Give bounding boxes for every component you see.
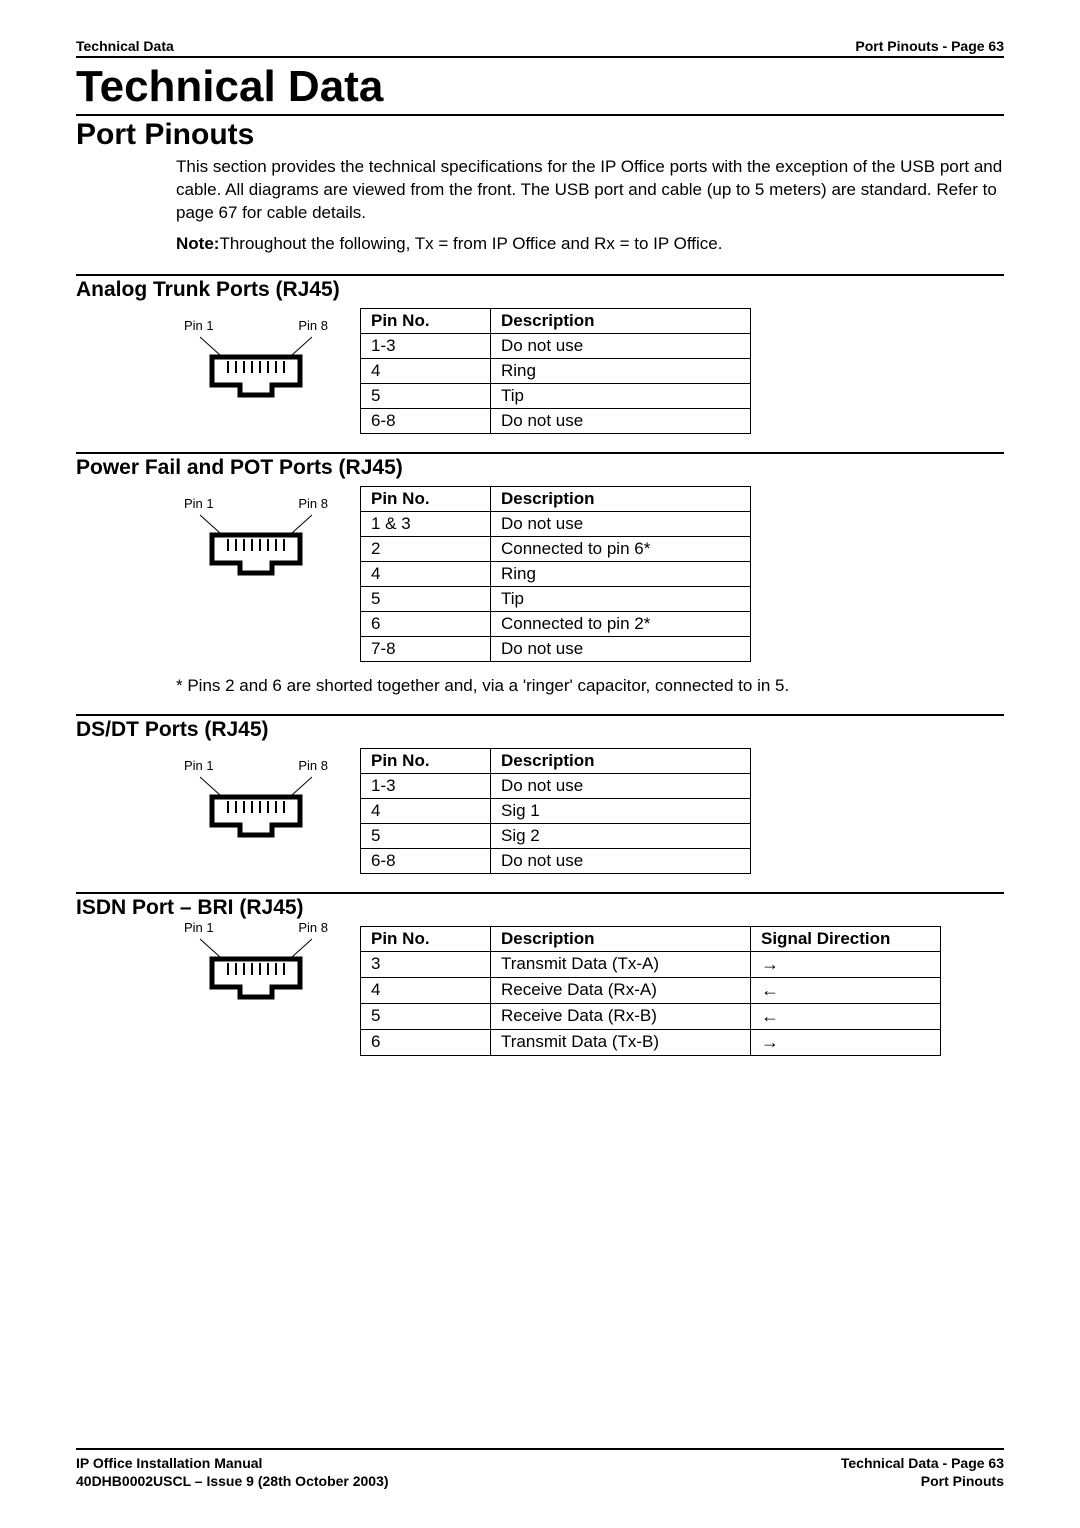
- header-left: Technical Data: [76, 38, 174, 54]
- table-row: 4Ring: [361, 358, 751, 383]
- table-row: 3Transmit Data (Tx-A)→: [361, 951, 941, 977]
- table-row: 1-3Do not use: [361, 773, 751, 798]
- isdn-body: Pin 1 Pin 8 Pin No. Description Signal D…: [176, 926, 1004, 1056]
- footer-page-ref: Technical Data - Page 63: [841, 1454, 1004, 1472]
- rj45-diagram: Pin 1 Pin 8: [176, 758, 336, 848]
- rj45-diagram: Pin 1 Pin 8: [176, 920, 336, 1010]
- footer-issue: 40DHB0002USCL – Issue 9 (28th October 20…: [76, 1472, 389, 1490]
- footer-manual-title: IP Office Installation Manual: [76, 1454, 389, 1472]
- dsdt-title: DS/DT Ports (RJ45): [76, 718, 1004, 742]
- page-header: Technical Data Port Pinouts - Page 63: [76, 38, 1004, 54]
- rj45-icon: [176, 511, 336, 581]
- table-row: 6-8Do not use: [361, 408, 751, 433]
- table-row: 1-3Do not use: [361, 333, 751, 358]
- intro-note: Note:Throughout the following, Tx = from…: [176, 233, 1004, 256]
- table-header-row: Pin No. Description: [361, 486, 751, 511]
- th-desc: Description: [491, 486, 751, 511]
- table-row: 4Receive Data (Rx-A)←: [361, 977, 941, 1003]
- arrow-left-icon: ←: [751, 977, 941, 1003]
- powerfail-title: Power Fail and POT Ports (RJ45): [76, 456, 1004, 480]
- table-row: 5Receive Data (Rx-B)←: [361, 1003, 941, 1029]
- intro-block: This section provides the technical spec…: [176, 156, 1004, 256]
- pin-labels: Pin 1 Pin 8: [176, 496, 336, 511]
- rj45-diagram: Pin 1 Pin 8: [176, 318, 336, 408]
- table-row: 6Connected to pin 2*: [361, 611, 751, 636]
- powerfail-table: Pin No. Description 1 & 3Do not use 2Con…: [360, 486, 751, 662]
- th-pin: Pin No.: [361, 926, 491, 951]
- analog-table: Pin No. Description 1-3Do not use 4Ring …: [360, 308, 751, 434]
- th-pin: Pin No.: [361, 748, 491, 773]
- dsdt-table: Pin No. Description 1-3Do not use 4Sig 1…: [360, 748, 751, 874]
- table-row: 5Tip: [361, 383, 751, 408]
- table-row: 2Connected to pin 6*: [361, 536, 751, 561]
- footer-left: IP Office Installation Manual 40DHB0002U…: [76, 1454, 389, 1490]
- th-desc: Description: [491, 926, 751, 951]
- pin-labels: Pin 1 Pin 8: [176, 318, 336, 333]
- table-row: 5Sig 2: [361, 823, 751, 848]
- section-rule: [76, 714, 1004, 716]
- pin8-label: Pin 8: [298, 496, 328, 511]
- th-sig: Signal Direction: [751, 926, 941, 951]
- footer-row: IP Office Installation Manual 40DHB0002U…: [76, 1454, 1004, 1490]
- th-pin: Pin No.: [361, 486, 491, 511]
- powerfail-body: Pin 1 Pin 8 Pin No. Description 1 & 3Do …: [176, 486, 1004, 662]
- header-rule: [76, 56, 1004, 58]
- note-label: Note:: [176, 234, 219, 253]
- main-title: Technical Data: [76, 62, 1004, 112]
- dsdt-body: Pin 1 Pin 8 Pin No. Description 1-3Do no…: [176, 748, 1004, 874]
- rj45-icon: [176, 333, 336, 403]
- arrow-left-icon: ←: [751, 1003, 941, 1029]
- table-row: 4Sig 1: [361, 798, 751, 823]
- analog-title: Analog Trunk Ports (RJ45): [76, 278, 1004, 302]
- rj45-icon: [176, 935, 336, 1005]
- table-header-row: Pin No. Description Signal Direction: [361, 926, 941, 951]
- note-text: Throughout the following, Tx = from IP O…: [219, 234, 722, 253]
- isdn-title: ISDN Port – BRI (RJ45): [76, 896, 1004, 920]
- page-footer: IP Office Installation Manual 40DHB0002U…: [76, 1448, 1004, 1490]
- table-row: 7-8Do not use: [361, 636, 751, 661]
- pin8-label: Pin 8: [298, 318, 328, 333]
- pin1-label: Pin 1: [184, 318, 214, 333]
- footer-section-ref: Port Pinouts: [841, 1472, 1004, 1490]
- th-pin: Pin No.: [361, 308, 491, 333]
- arrow-right-icon: →: [751, 951, 941, 977]
- section-rule: [76, 274, 1004, 276]
- table-row: 4Ring: [361, 561, 751, 586]
- table-row: 1 & 3Do not use: [361, 511, 751, 536]
- isdn-table: Pin No. Description Signal Direction 3Tr…: [360, 926, 941, 1056]
- th-desc: Description: [491, 308, 751, 333]
- pin1-label: Pin 1: [184, 496, 214, 511]
- intro-paragraph: This section provides the technical spec…: [176, 156, 1004, 225]
- table-header-row: Pin No. Description: [361, 308, 751, 333]
- pin-labels: Pin 1 Pin 8: [176, 758, 336, 773]
- analog-body: Pin 1 Pin 8 Pin No. Description 1-3Do no…: [176, 308, 1004, 434]
- rj45-diagram: Pin 1 Pin 8: [176, 496, 336, 586]
- section-rule: [76, 452, 1004, 454]
- section-rule: [76, 892, 1004, 894]
- pin8-label: Pin 8: [298, 758, 328, 773]
- table-row: 6Transmit Data (Tx-B)→: [361, 1029, 941, 1055]
- table-row: 5Tip: [361, 586, 751, 611]
- th-desc: Description: [491, 748, 751, 773]
- pin8-label: Pin 8: [298, 920, 328, 935]
- footer-rule: [76, 1448, 1004, 1450]
- powerfail-footnote: * Pins 2 and 6 are shorted together and,…: [176, 676, 1004, 696]
- title-rule: [76, 114, 1004, 116]
- section-title: Port Pinouts: [76, 118, 1004, 152]
- footer-right: Technical Data - Page 63 Port Pinouts: [841, 1454, 1004, 1490]
- pin1-label: Pin 1: [184, 920, 214, 935]
- table-header-row: Pin No. Description: [361, 748, 751, 773]
- table-row: 6-8Do not use: [361, 848, 751, 873]
- pin-labels: Pin 1 Pin 8: [176, 920, 336, 935]
- rj45-icon: [176, 773, 336, 843]
- header-right: Port Pinouts - Page 63: [855, 38, 1004, 54]
- pin1-label: Pin 1: [184, 758, 214, 773]
- arrow-right-icon: →: [751, 1029, 941, 1055]
